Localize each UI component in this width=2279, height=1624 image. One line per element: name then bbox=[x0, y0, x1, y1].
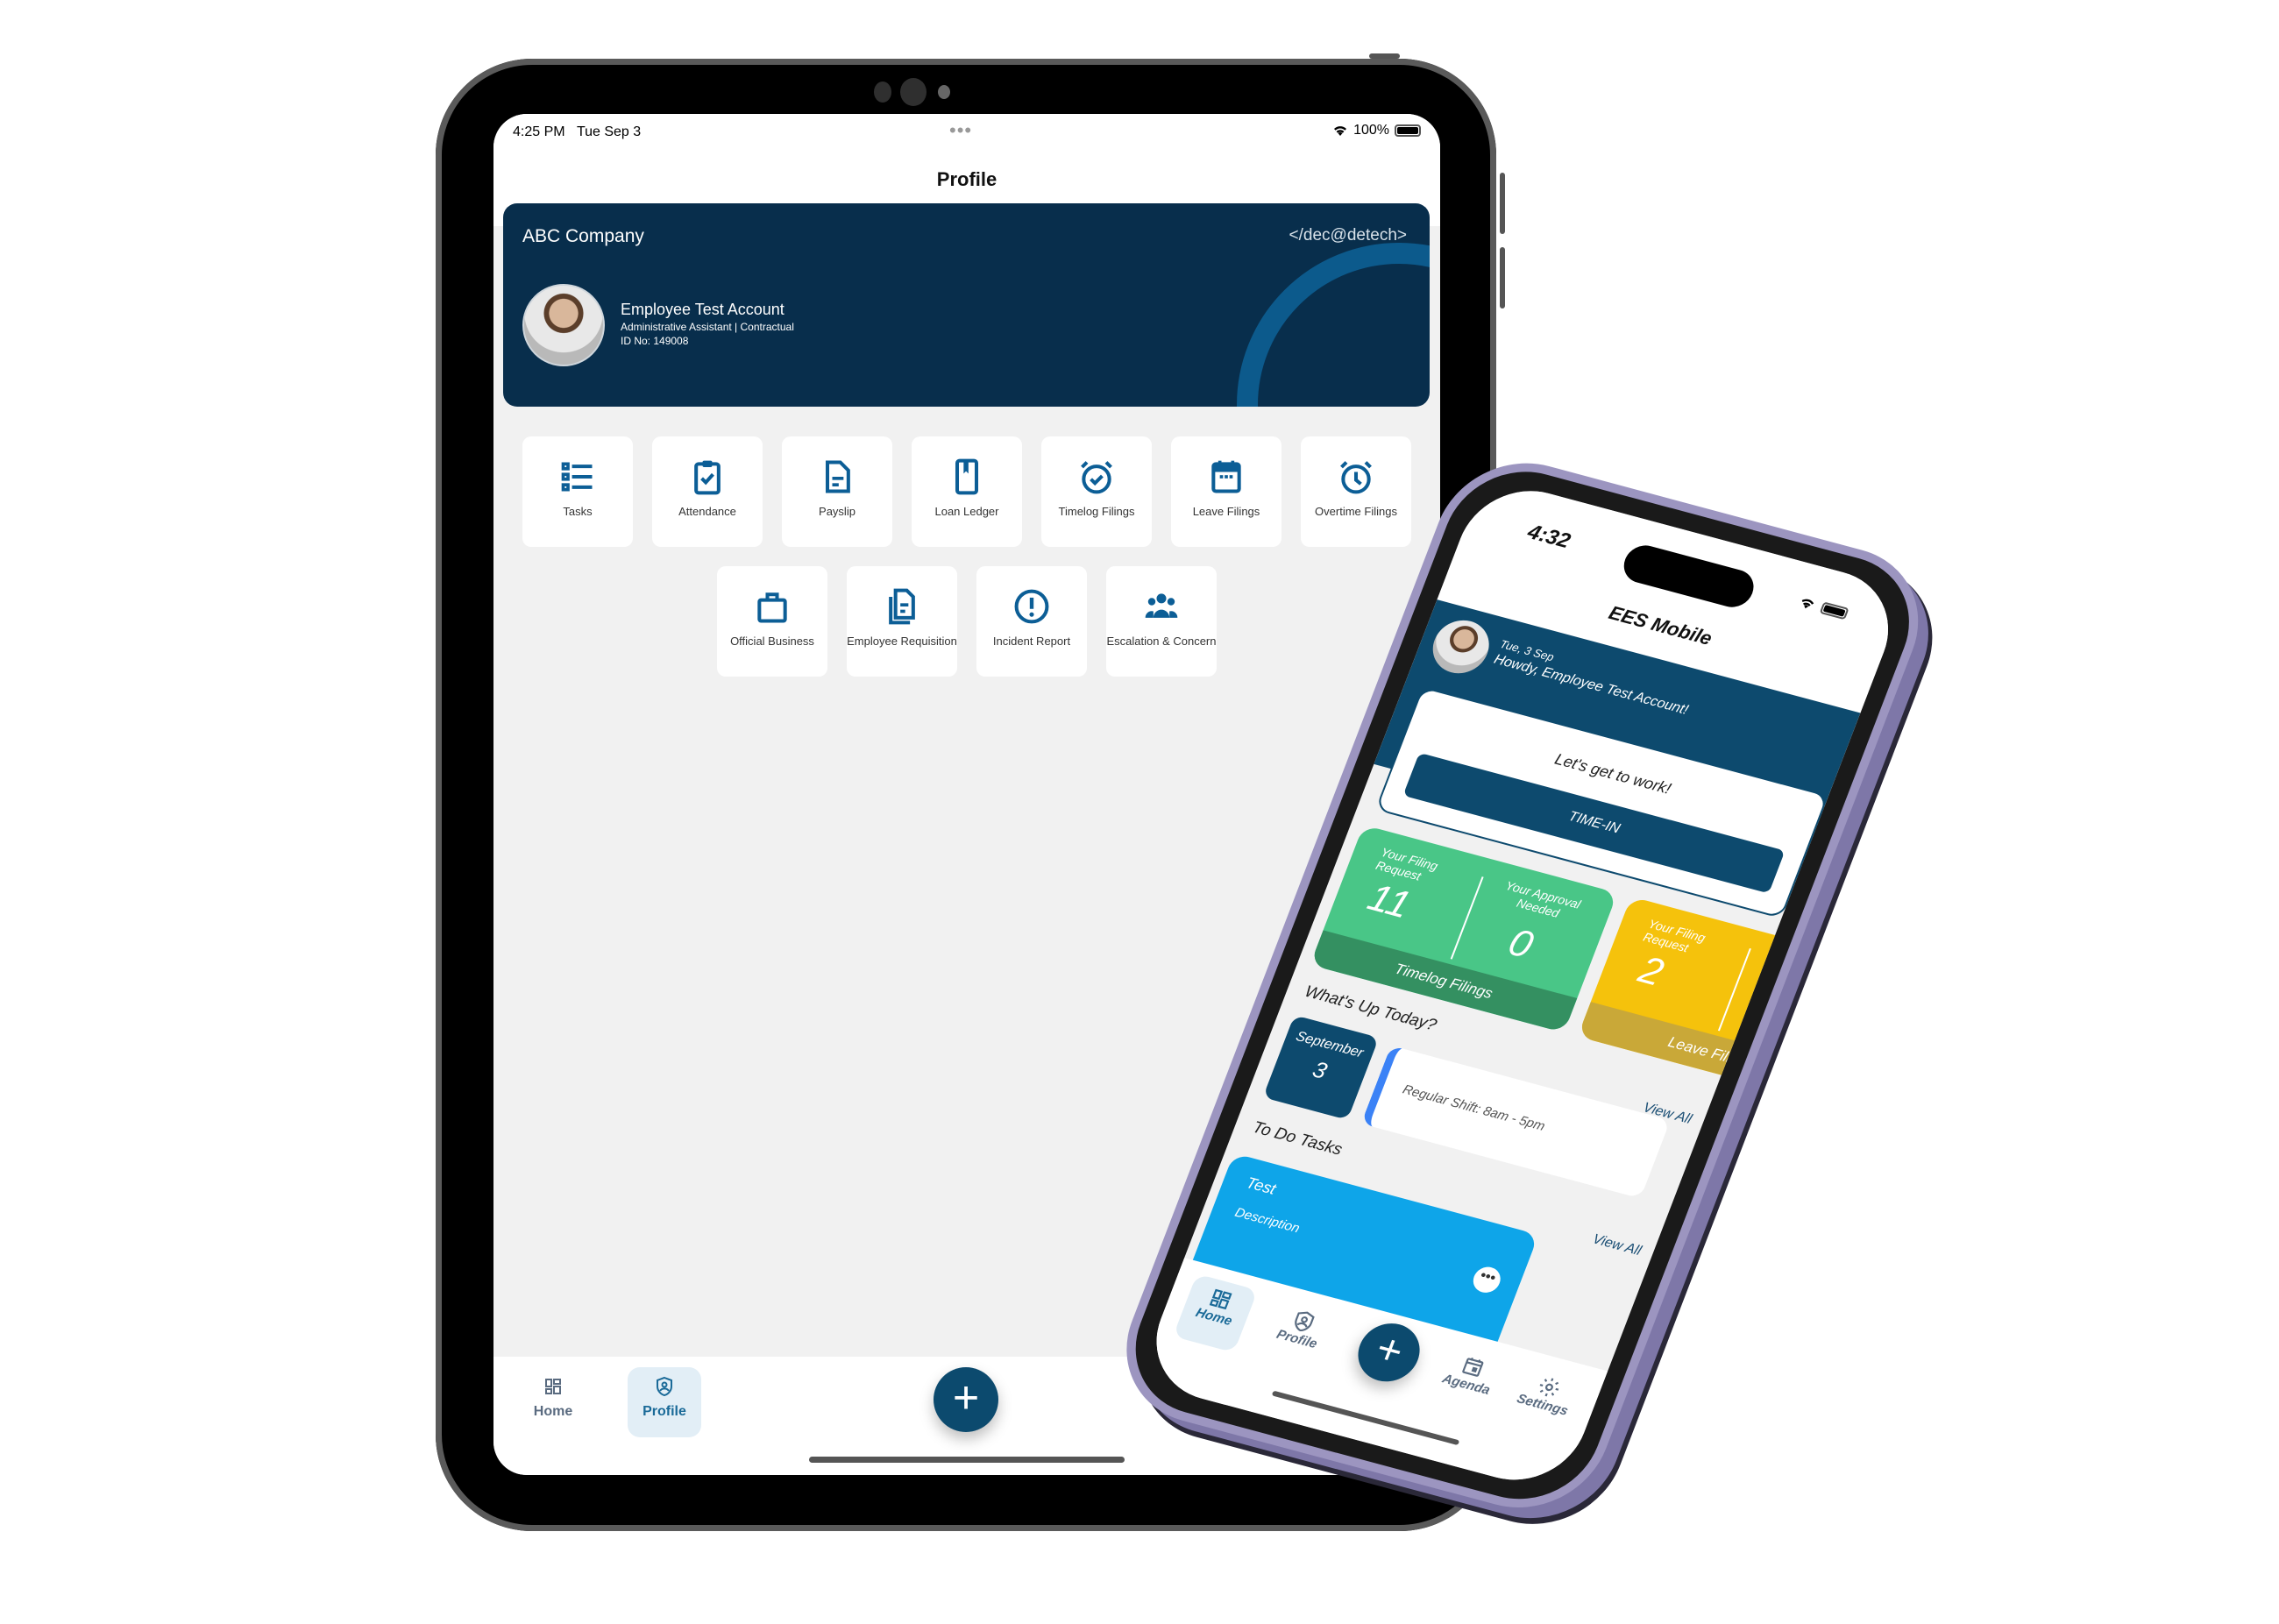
filing-request-count: 2 bbox=[1633, 948, 1670, 995]
menu-label: Loan Ledger bbox=[934, 505, 999, 518]
light-sensor-icon bbox=[938, 85, 950, 99]
employee-role: Administrative Assistant | Contractual bbox=[621, 321, 794, 333]
page-title: Profile bbox=[936, 168, 998, 190]
alarm-clock-icon bbox=[1340, 461, 1372, 494]
approval-needed-count: 0 bbox=[1770, 992, 1807, 1039]
briefcase-icon bbox=[757, 592, 787, 623]
status-bar: 4:25 PM Tue Sep 3 ••• 100% bbox=[493, 114, 1440, 149]
employee-id: ID No: 149008 bbox=[621, 335, 689, 347]
menu-grid-row-1: Tasks Attendance Payslip Loan Ledger Tim… bbox=[493, 436, 1440, 547]
profile-shield-icon bbox=[657, 1376, 672, 1397]
filing-request-count: 11 bbox=[1362, 876, 1416, 927]
shift-text: Regular Shift: 8am - 5pm bbox=[1400, 1081, 1547, 1134]
menu-label: Timelog Filings bbox=[1058, 505, 1135, 518]
tasks-heading: To Do Tasks bbox=[1249, 1118, 1345, 1159]
list-icon bbox=[561, 462, 593, 492]
menu-label: Tasks bbox=[563, 505, 593, 518]
nav-home[interactable]: Home bbox=[516, 1367, 590, 1437]
profile-card: ABC Company </dec@detech> Employee Test … bbox=[503, 203, 1430, 407]
clipboard-check-icon bbox=[694, 460, 721, 495]
divider bbox=[1450, 876, 1484, 960]
menu-tasks[interactable]: Tasks bbox=[522, 436, 633, 547]
card-title: Timelog Filings bbox=[1310, 930, 1578, 1033]
menu-escalation-concern[interactable]: Escalation & Concern bbox=[1106, 566, 1217, 677]
volume-up-button bbox=[1500, 173, 1505, 234]
task-title: Test bbox=[1244, 1174, 1279, 1198]
employee-name: Employee Test Account bbox=[621, 301, 785, 318]
menu-official-business[interactable]: Official Business bbox=[717, 566, 827, 677]
calendar-icon bbox=[1211, 460, 1241, 493]
menu-label: Escalation & Concern bbox=[1106, 635, 1217, 648]
leave-filings-card[interactable]: Your Filing Request 2 Your Approval Need… bbox=[1577, 897, 1885, 1105]
nav-settings[interactable]: Settings bbox=[1502, 1362, 1587, 1441]
dashboard-icon bbox=[545, 1379, 561, 1394]
multitask-dots[interactable]: ••• bbox=[949, 119, 972, 142]
company-name: ABC Company bbox=[522, 226, 644, 246]
document-icon bbox=[825, 460, 850, 493]
battery-icon bbox=[1395, 124, 1421, 137]
status-right: 100% bbox=[1332, 123, 1421, 138]
nav-agenda[interactable]: Agenda bbox=[1425, 1342, 1510, 1421]
alert-circle-icon bbox=[1014, 589, 1049, 624]
task-description: Description bbox=[1232, 1204, 1303, 1237]
menu-label: Leave Filings bbox=[1192, 505, 1260, 518]
status-time: 4:25 PM Tue Sep 3 bbox=[513, 124, 642, 139]
add-button[interactable]: + bbox=[1349, 1316, 1429, 1388]
menu-incident-report[interactable]: Incident Report bbox=[976, 566, 1087, 677]
nav-profile-label: Profile bbox=[643, 1404, 686, 1419]
menu-loan-ledger[interactable]: Loan Ledger bbox=[912, 436, 1022, 547]
menu-overtime-filings[interactable]: Overtime Filings bbox=[1301, 436, 1411, 547]
brand-logo: </dec@detech> bbox=[1289, 226, 1407, 245]
wifi-icon bbox=[1334, 126, 1347, 136]
book-icon bbox=[955, 458, 979, 495]
documents-icon bbox=[889, 588, 915, 625]
approval-needed-count: 0 bbox=[1502, 920, 1539, 967]
menu-label: Incident Report bbox=[992, 635, 1071, 648]
sensor-icon bbox=[874, 82, 891, 103]
today-date-card: September 3 bbox=[1262, 1015, 1380, 1120]
card-title: Leave Filings bbox=[1577, 1002, 1845, 1105]
menu-label: Official Business bbox=[730, 635, 814, 648]
menu-attendance[interactable]: Attendance bbox=[652, 436, 763, 547]
camera-icon bbox=[900, 78, 927, 106]
avatar[interactable] bbox=[522, 284, 605, 366]
shift-card[interactable]: Regular Shift: 8am - 5pm bbox=[1360, 1045, 1671, 1199]
tasks-view-all[interactable]: View All bbox=[1590, 1232, 1643, 1259]
approval-needed-label: Your Approval Needed bbox=[1771, 949, 1850, 992]
alarm-check-icon bbox=[1081, 461, 1112, 494]
menu-payslip[interactable]: Payslip bbox=[782, 436, 892, 547]
group-icon bbox=[1145, 593, 1178, 618]
nav-profile[interactable]: Profile bbox=[1256, 1296, 1341, 1375]
more-options-icon[interactable]: ••• bbox=[1469, 1264, 1505, 1296]
battery-percent: 100% bbox=[1353, 123, 1389, 138]
menu-label: Overtime Filings bbox=[1315, 505, 1397, 518]
nav-home[interactable]: Home bbox=[1173, 1273, 1259, 1353]
menu-label: Payslip bbox=[819, 505, 856, 518]
divider bbox=[1717, 947, 1751, 1032]
menu-grid-row-2: Official Business Employee Requisition I… bbox=[493, 566, 1440, 677]
menu-label: Employee Requisition bbox=[847, 635, 957, 648]
nav-profile[interactable]: Profile bbox=[628, 1367, 701, 1437]
menu-timelog-filings[interactable]: Timelog Filings bbox=[1041, 436, 1152, 547]
nav-home-label: Home bbox=[533, 1404, 573, 1419]
volume-down-button bbox=[1500, 247, 1505, 308]
menu-leave-filings[interactable]: Leave Filings bbox=[1171, 436, 1281, 547]
power-button bbox=[1369, 53, 1400, 59]
decorative-arc bbox=[1237, 243, 1430, 407]
menu-label: Attendance bbox=[678, 505, 736, 518]
menu-employee-requisition[interactable]: Employee Requisition bbox=[847, 566, 957, 677]
approval-needed-label: Your Approval Needed bbox=[1503, 878, 1583, 920]
add-button[interactable]: + bbox=[934, 1367, 998, 1432]
